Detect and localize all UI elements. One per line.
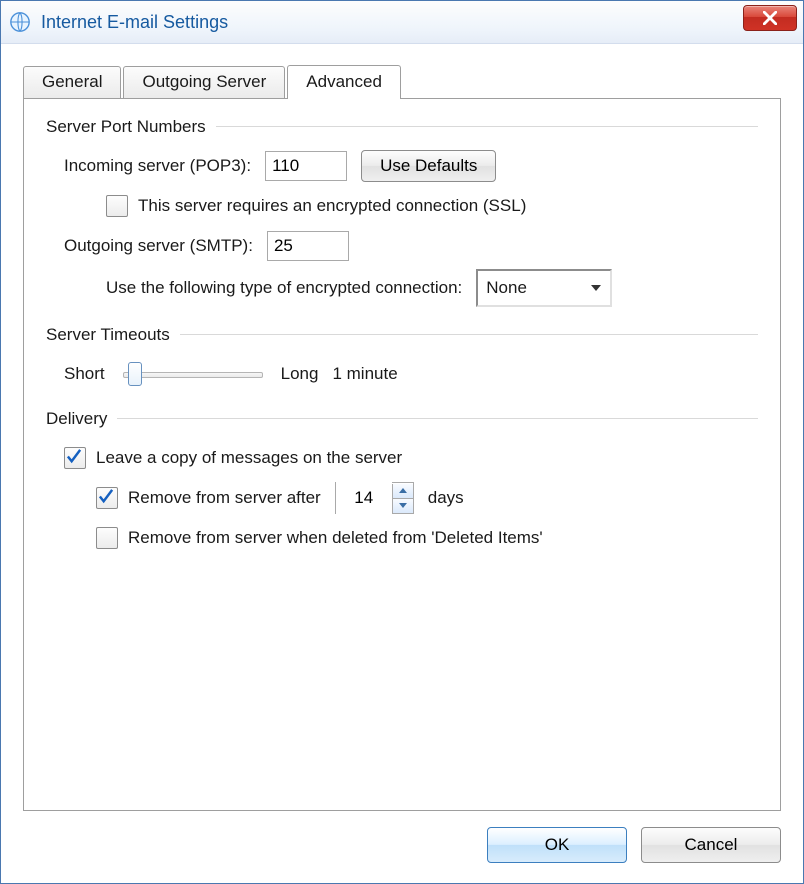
group-title: Delivery	[46, 409, 117, 429]
ssl-required-label: This server requires an encrypted connec…	[138, 196, 526, 216]
tab-outgoing-server[interactable]: Outgoing Server	[123, 66, 285, 98]
group-title: Server Port Numbers	[46, 117, 216, 137]
tab-advanced[interactable]: Advanced	[287, 65, 401, 99]
leave-copy-checkbox[interactable]	[64, 447, 86, 469]
tab-general[interactable]: General	[23, 66, 121, 98]
title-bar: Internet E-mail Settings	[1, 1, 803, 44]
dialog-window: Internet E-mail Settings General Outgoin…	[0, 0, 804, 884]
tab-row: General Outgoing Server Advanced	[23, 64, 781, 98]
chevron-down-icon	[586, 278, 606, 298]
spin-up-button[interactable]	[393, 484, 413, 499]
encryption-type-label: Use the following type of encrypted conn…	[106, 278, 462, 298]
remove-when-deleted-checkbox[interactable]	[96, 527, 118, 549]
ok-button[interactable]: OK	[487, 827, 627, 863]
slider-track	[123, 372, 263, 378]
encryption-type-value: None	[486, 278, 586, 298]
use-defaults-button[interactable]: Use Defaults	[361, 150, 496, 182]
group-server-port-numbers: Server Port Numbers Incoming server (POP…	[46, 117, 758, 307]
ssl-required-checkbox[interactable]	[106, 195, 128, 217]
spin-down-button[interactable]	[393, 499, 413, 513]
chevron-up-icon	[399, 488, 407, 493]
dialog-button-bar: OK Cancel	[1, 811, 803, 883]
client-area: General Outgoing Server Advanced Server …	[1, 44, 803, 811]
encryption-type-select[interactable]: None	[476, 269, 612, 307]
close-button[interactable]	[743, 5, 797, 31]
window-title: Internet E-mail Settings	[41, 12, 795, 33]
timeout-long-label: Long	[281, 364, 319, 384]
group-delivery: Delivery Leave a copy of messages on the…	[46, 409, 758, 555]
close-icon	[763, 11, 777, 25]
group-server-timeouts: Server Timeouts Short Long 1 minute	[46, 325, 758, 391]
chevron-down-icon	[399, 503, 407, 508]
timeout-short-label: Short	[64, 364, 105, 384]
app-globe-icon	[9, 11, 31, 33]
tab-page-advanced: Server Port Numbers Incoming server (POP…	[23, 98, 781, 811]
incoming-server-label: Incoming server (POP3):	[64, 156, 251, 176]
timeout-value-label: 1 minute	[332, 364, 397, 384]
incoming-server-port-input[interactable]	[265, 151, 347, 181]
remove-after-checkbox[interactable]	[96, 487, 118, 509]
group-title: Server Timeouts	[46, 325, 180, 345]
days-label: days	[428, 488, 464, 508]
timeout-slider[interactable]	[123, 365, 263, 383]
remove-when-deleted-label: Remove from server when deleted from 'De…	[128, 528, 543, 548]
leave-copy-label: Leave a copy of messages on the server	[96, 448, 402, 468]
slider-thumb[interactable]	[128, 362, 142, 386]
remove-after-days-spinner[interactable]	[335, 482, 414, 514]
cancel-button[interactable]: Cancel	[641, 827, 781, 863]
outgoing-server-label: Outgoing server (SMTP):	[64, 236, 253, 256]
remove-after-label: Remove from server after	[128, 488, 321, 508]
remove-after-days-input[interactable]	[336, 482, 392, 514]
outgoing-server-port-input[interactable]	[267, 231, 349, 261]
